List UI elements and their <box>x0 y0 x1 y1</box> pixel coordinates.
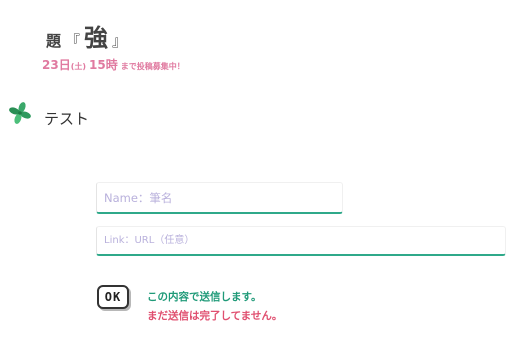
send-confirm-text: この内容で送信します。 <box>147 291 262 303</box>
deadline-weekday: (土) <box>70 62 87 71</box>
deadline-hour: 15時 <box>89 58 118 72</box>
deadline-notice: 23日 (土) 15時 まで投稿募集中！ <box>42 56 185 73</box>
deadline-day: 23日 <box>42 58 71 72</box>
theme-label: 題 <box>46 32 62 50</box>
deadline-text: まで投稿募集中！ <box>120 62 185 71</box>
bracket-close: 』 <box>112 32 128 50</box>
post-title: テスト <box>44 110 90 128</box>
send-incomplete-text: まだ送信は完了してません。 <box>147 310 283 322</box>
name-field[interactable] <box>96 182 343 214</box>
bracket-open: 『 <box>65 32 81 50</box>
clover-icon <box>9 102 31 124</box>
ok-button[interactable]: OK <box>97 285 129 309</box>
theme-word: 強 <box>84 24 109 52</box>
link-field[interactable] <box>96 226 506 256</box>
page: 題 『 強 』 23日 (土) 15時 まで投稿募集中！ テスト OK この内容… <box>0 0 512 354</box>
theme-heading: 題 『 強 』 <box>46 18 131 53</box>
